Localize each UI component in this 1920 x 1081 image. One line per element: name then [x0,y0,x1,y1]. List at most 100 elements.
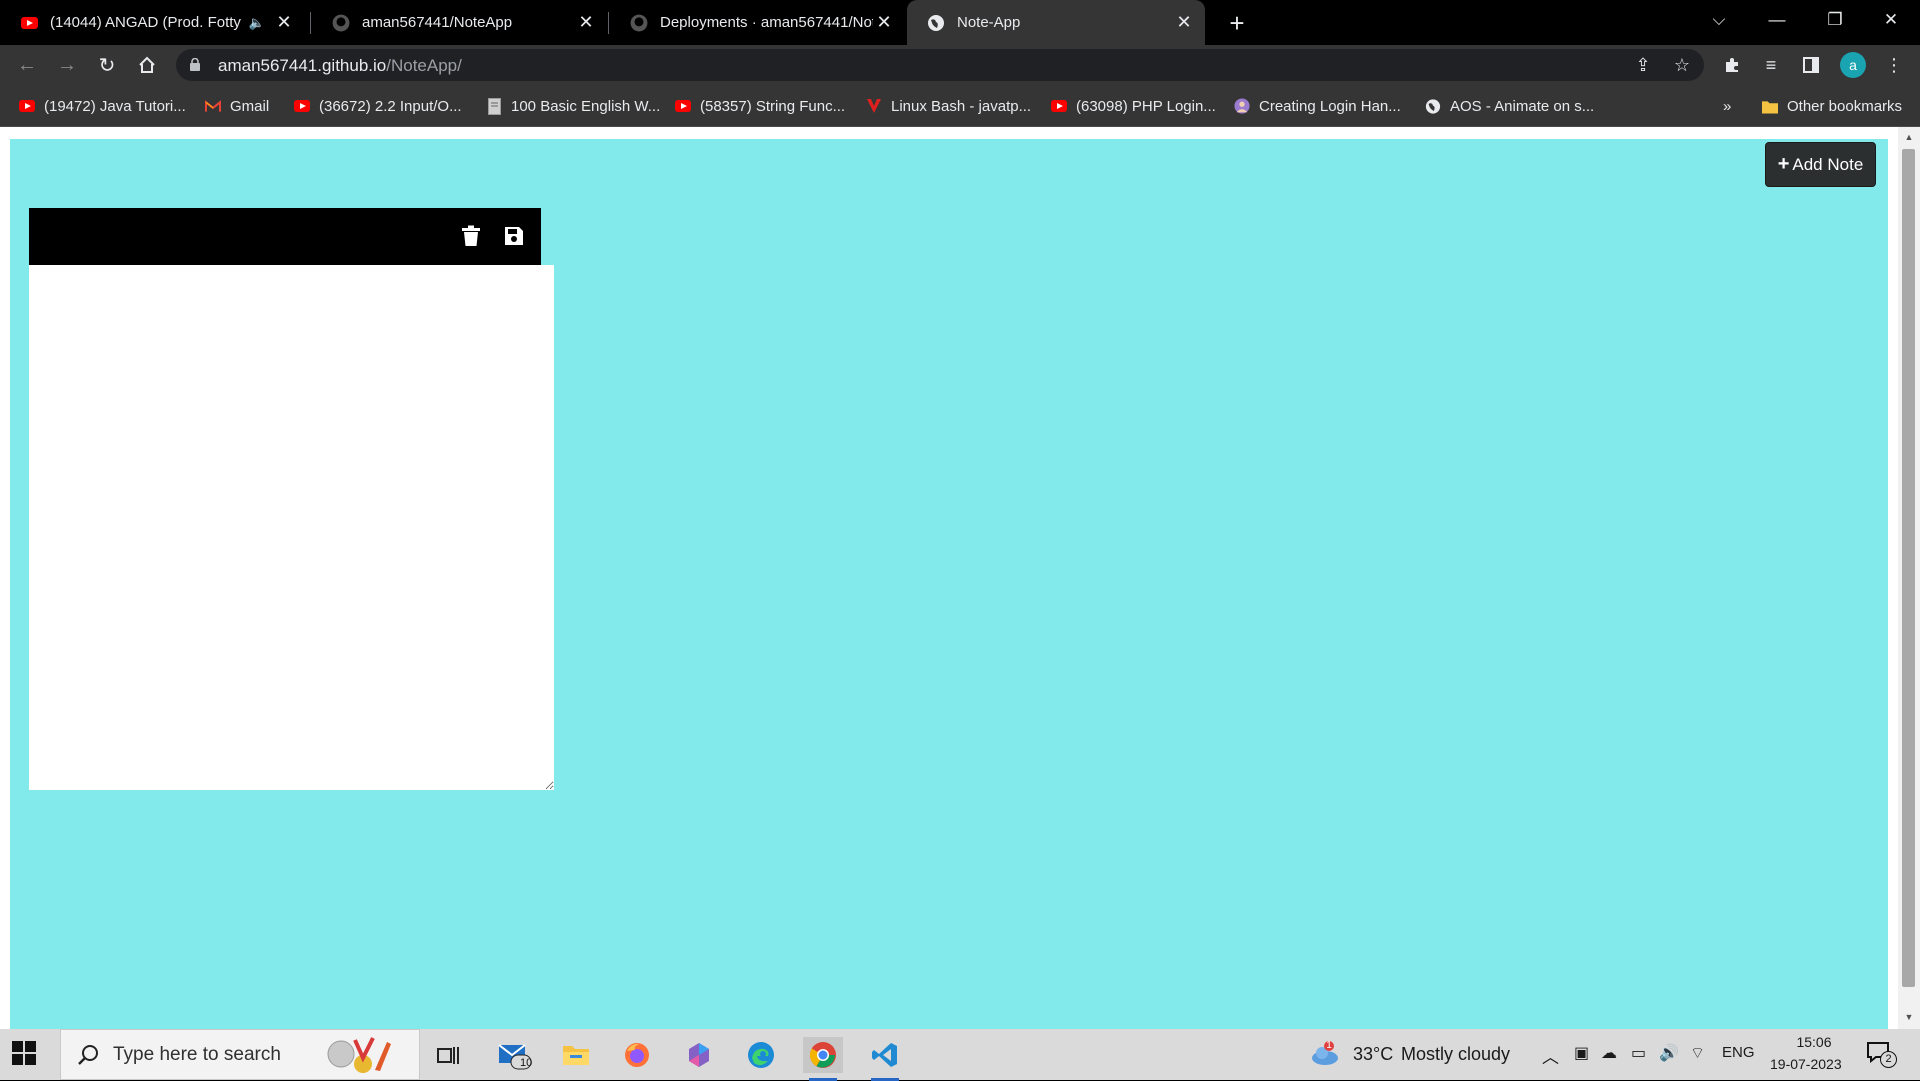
windows-start-icon[interactable] [12,1041,36,1065]
lock-icon[interactable] [190,57,200,71]
wifi-icon[interactable]: ⌔ [1690,1043,1705,1063]
notification-center-icon[interactable]: 2 [1866,1041,1900,1071]
weather-temperature[interactable]: 33°C [1353,1044,1393,1065]
globe-icon [927,14,945,32]
scrollbar-thumb[interactable] [1902,149,1915,987]
globe-icon [1425,98,1441,114]
minimize-button[interactable]: — [1748,0,1806,40]
save-icon[interactable] [502,224,526,248]
tab-github-noteapp[interactable]: aman567441/NoteApp ✕ [312,0,607,45]
firefox-icon[interactable] [617,1037,657,1073]
delete-icon[interactable] [459,224,483,248]
meet-now-icon[interactable]: ▣ [1574,1043,1589,1063]
scroll-up-arrow-icon[interactable]: ▲ [1903,131,1915,143]
chrome-icon[interactable] [803,1037,843,1081]
side-panel-icon[interactable] [1795,49,1827,81]
windows-taskbar: Type here to search 10 1 33°C Mostly clo… [0,1029,1920,1081]
onedrive-error-icon[interactable]: ☁ [1601,1043,1617,1063]
plus-icon: + [1777,153,1790,175]
tab-search-chevron-icon[interactable]: ⌵ [1690,0,1748,40]
vscode-icon[interactable] [865,1037,905,1081]
youtube-icon [19,98,35,114]
bookmarks-overflow-button[interactable]: » [1723,95,1731,117]
weather-cloud-icon[interactable]: 1 [1310,1040,1340,1068]
search-placeholder: Type here to search [113,1043,281,1065]
volume-icon[interactable]: 🔊 [1659,1043,1679,1063]
mail-badge: 10 [520,1057,533,1069]
youtube-icon [294,98,310,114]
close-window-button[interactable]: ✕ [1862,0,1920,40]
tab-divider [608,12,609,34]
edge-icon[interactable] [741,1037,781,1073]
url-text[interactable]: aman567441.github.io/NoteApp/ [218,56,462,76]
chevron-up-icon[interactable]: ︿ [1542,1043,1559,1068]
add-note-label: Add Note [1792,154,1864,174]
youtube-icon [675,98,691,114]
tab-deployments[interactable]: Deployments · aman567441/NoteApp ✕ [610,0,905,45]
menu-kebab-icon[interactable]: ⋮ [1878,49,1910,81]
share-icon[interactable]: ⇪ [1631,53,1655,77]
other-bookmarks-folder[interactable]: Other bookmarks [1762,95,1902,117]
document-icon [486,97,502,115]
close-tab-icon[interactable]: ✕ [873,12,895,34]
copilot-app-icon[interactable] [679,1037,719,1073]
home-button[interactable] [131,49,163,81]
taskbar-search-box[interactable]: Type here to search [60,1029,420,1080]
close-tab-icon[interactable]: ✕ [1173,12,1195,34]
bookmark-item[interactable]: Gmail [205,95,269,117]
close-tab-icon[interactable]: ✕ [273,12,295,34]
avatar-icon [1234,98,1250,114]
reload-button[interactable]: ↻ [91,49,123,81]
clock-time[interactable]: 15:06 [1790,1034,1838,1050]
bookmark-item[interactable]: Linux Bash - javatp... [866,95,1031,117]
extensions-puzzle-icon[interactable] [1716,49,1748,81]
bookmark-item[interactable]: Creating Login Han... [1234,95,1401,117]
note-textarea[interactable] [29,265,554,790]
speaker-muted-icon[interactable]: 🔈 [249,15,265,31]
tab-title: aman567441/NoteApp [362,14,513,31]
weather-condition[interactable]: Mostly cloudy [1401,1044,1510,1065]
youtube-icon [1051,98,1067,114]
bookmark-item[interactable]: (58357) String Func... [675,95,845,117]
restore-button[interactable]: ❐ [1806,0,1864,40]
tab-title: Note-App [957,14,1021,31]
tab-title: Deployments · aman567441/NoteApp [660,14,873,31]
bookmark-item[interactable]: 100 Basic English W... [486,95,660,117]
tab-divider [310,12,311,34]
language-indicator[interactable]: ENG [1722,1044,1755,1061]
back-button[interactable]: ← [11,49,43,81]
note-header [29,208,541,265]
javatpoint-icon [866,98,882,114]
tab-note-app[interactable]: Note-App ✕ [907,0,1205,45]
task-view-icon[interactable] [428,1037,468,1073]
github-icon [630,14,648,32]
bookmarks-bar: (19472) Java Tutori... Gmail (36672) 2.2… [0,85,1920,127]
forward-button[interactable]: → [51,49,83,81]
gmail-icon [205,98,221,114]
file-explorer-icon[interactable] [556,1037,596,1073]
github-icon [332,14,350,32]
scroll-down-arrow-icon[interactable]: ▼ [1903,1011,1915,1023]
folder-icon [1762,98,1778,114]
close-tab-icon[interactable]: ✕ [575,12,597,34]
search-icon [77,1044,99,1066]
media-queue-icon[interactable]: ≡ [1755,49,1787,81]
clock-date[interactable]: 19-07-2023 [1770,1056,1842,1072]
bookmark-star-icon[interactable]: ☆ [1670,53,1694,77]
tab-title: (14044) ANGAD (Prod. Fotty [50,14,241,31]
battery-icon[interactable]: ▭ [1631,1043,1646,1063]
new-tab-button[interactable]: + [1220,6,1254,40]
page-scrollbar[interactable]: ▲ ▼ [1898,127,1920,1029]
address-bar[interactable]: aman567441.github.io/NoteApp/ ⇪ ☆ [176,49,1704,81]
profile-avatar[interactable]: a [1840,52,1866,78]
bookmark-item[interactable]: (36672) 2.2 Input/O... [294,95,462,117]
bookmark-item[interactable]: (63098) PHP Login... [1051,95,1216,117]
mail-app-icon[interactable]: 10 [494,1037,534,1073]
search-highlight-icon [325,1036,407,1076]
bookmark-item[interactable]: (19472) Java Tutori... [19,95,186,117]
add-note-button[interactable]: + Add Note [1765,142,1876,187]
browser-toolbar: ← → ↻ aman567441.github.io/NoteApp/ ⇪ ☆ … [0,45,1920,85]
tab-youtube[interactable]: (14044) ANGAD (Prod. Fotty 🔈 ✕ [0,0,305,45]
weather-badge: 1 [1326,1040,1332,1051]
bookmark-item[interactable]: AOS - Animate on s... [1425,95,1594,117]
